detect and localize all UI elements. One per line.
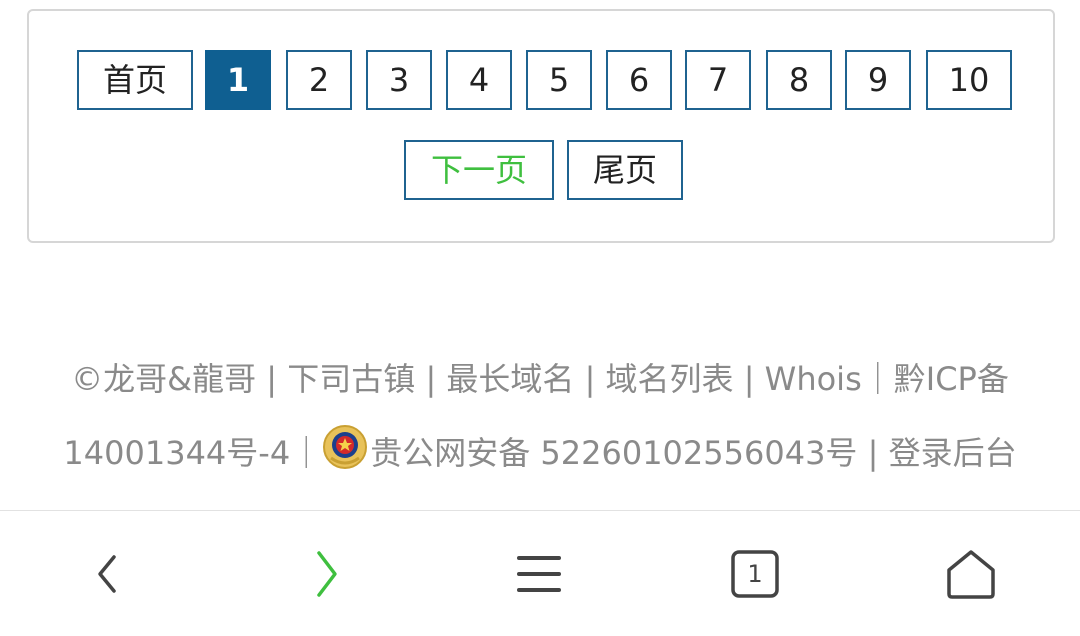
icp-record-link[interactable]: 黔ICP备 <box>894 360 1009 398</box>
menu-icon <box>517 556 561 592</box>
page-button-2[interactable]: 2 <box>286 50 352 110</box>
site-footer: ©龙哥&龍哥 | 下司古镇 | 最长域名 | 域名列表 | Whois｜黔ICP… <box>0 342 1080 490</box>
icp-record-link-number[interactable]: 14001344号-4 <box>63 434 290 472</box>
separator: | <box>867 434 879 472</box>
page-button-8[interactable]: 8 <box>766 50 832 110</box>
tab-count: 1 <box>747 560 763 588</box>
back-icon <box>98 555 116 593</box>
page-button-10[interactable]: 10 <box>926 50 1012 110</box>
page-button-6[interactable]: 6 <box>606 50 672 110</box>
back-button[interactable] <box>48 511 168 636</box>
link-whois[interactable]: Whois <box>765 360 862 398</box>
link-domain-list[interactable]: 域名列表 <box>606 360 734 398</box>
separator: | <box>743 360 755 398</box>
page-button-1[interactable]: 1 <box>205 50 271 110</box>
footer-row-2: 14001344号-4｜ 贵公网安备 52260102556043号 | 登录后… <box>0 416 1080 490</box>
separator: ｜ <box>290 434 323 472</box>
copyright-text: ©龙哥&龍哥 <box>71 360 257 398</box>
page-button-7[interactable]: 7 <box>685 50 751 110</box>
police-badge-icon <box>322 422 368 469</box>
next-page-button[interactable]: 下一页 <box>404 140 554 200</box>
footer-row-1: ©龙哥&龍哥 | 下司古镇 | 最长域名 | 域名列表 | Whois｜黔ICP… <box>0 342 1080 416</box>
menu-button[interactable] <box>479 511 599 636</box>
home-button[interactable] <box>911 511 1031 636</box>
police-record-link[interactable]: 贵公网安备 52260102556043号 <box>370 434 857 472</box>
page-button-3[interactable]: 3 <box>366 50 432 110</box>
home-icon <box>947 550 995 599</box>
tabs-icon: 1 <box>730 549 780 599</box>
pagination-panel: 首页 1 2 3 4 5 6 7 8 9 10 下一页 尾页 <box>27 9 1055 243</box>
tabs-button[interactable]: 1 <box>695 511 815 636</box>
first-page-button[interactable]: 首页 <box>77 50 193 110</box>
link-longest-domain[interactable]: 最长域名 <box>446 360 574 398</box>
separator: | <box>425 360 437 398</box>
browser-bottom-nav: 1 <box>0 510 1080 636</box>
separator: | <box>266 360 278 398</box>
last-page-button[interactable]: 尾页 <box>567 140 683 200</box>
forward-icon <box>317 551 337 597</box>
separator: ｜ <box>861 360 894 398</box>
admin-login-link[interactable]: 登录后台 <box>889 434 1017 472</box>
forward-button[interactable] <box>265 511 385 636</box>
page-button-5[interactable]: 5 <box>526 50 592 110</box>
separator: | <box>584 360 596 398</box>
link-xiasi-town[interactable]: 下司古镇 <box>287 360 415 398</box>
page-button-9[interactable]: 9 <box>845 50 911 110</box>
page-button-4[interactable]: 4 <box>446 50 512 110</box>
